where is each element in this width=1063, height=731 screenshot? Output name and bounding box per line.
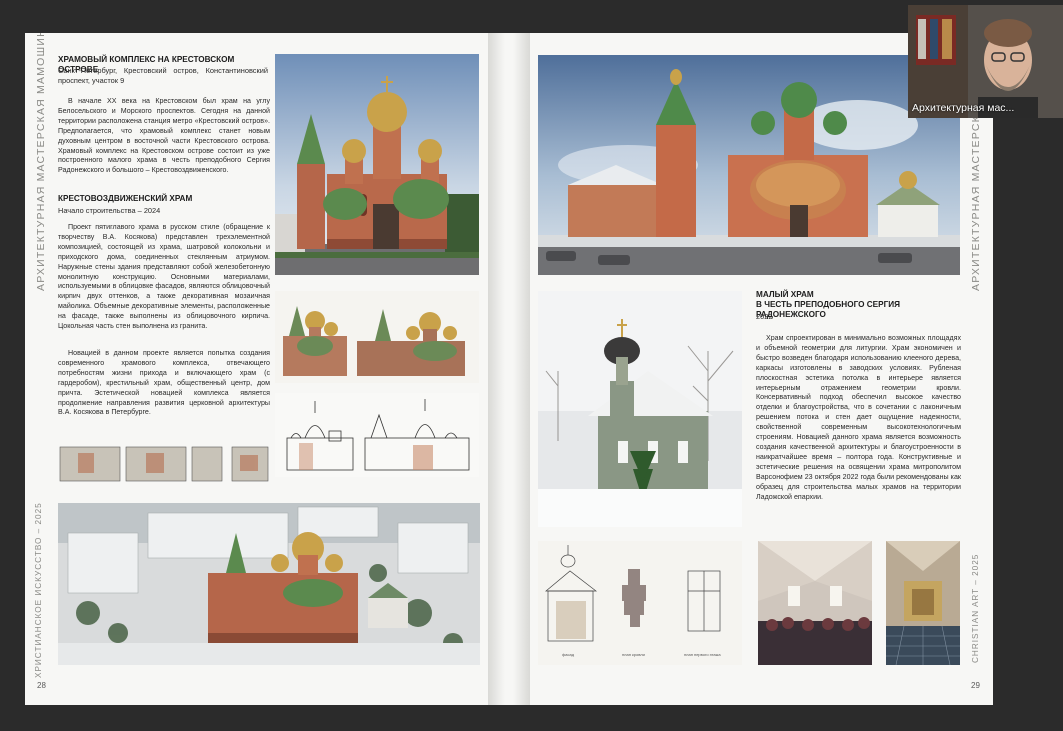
left-footer-vertical-text: ХРИСТИАНСКОЕ ИСКУССТВО – 2025 (34, 502, 43, 678)
small-church-title-line1: МАЛЫЙ ХРАМ (756, 290, 814, 299)
webcam-participant-label: Архитектурная мас... (912, 102, 1015, 114)
interior-iconostasis-photo (886, 541, 960, 665)
magazine-page-left: АРХИТЕКТУРНАЯ МАСТЕРСКАЯ МАМОШИНА ХРИСТИ… (25, 33, 488, 705)
interior-consecration-photo (758, 541, 872, 665)
spread-spine (488, 33, 530, 705)
complex-render-image (538, 55, 960, 275)
facade-drawings (275, 291, 479, 383)
small-church-photo (538, 291, 742, 527)
church-render-image (275, 54, 479, 275)
page-number-left: 28 (37, 681, 46, 690)
small-church-title-line2: В ЧЕСТЬ ПРЕПОДОБНОГО СЕРГИЯ РАДОНЕЖСКОГО (756, 300, 901, 319)
left-margin-vertical-text: АРХИТЕКТУРНАЯ МАСТЕРСКАЯ МАМОШИНА (35, 33, 47, 291)
small-church-year: 2022 (756, 312, 773, 321)
drawing-label-floor-plan: план первого этажа (684, 652, 721, 657)
paragraph-1: Проект пятиглавого храма в русском стиле… (58, 223, 270, 331)
section-drawings (275, 393, 479, 477)
drawing-label-roof-plan: план кровли (622, 652, 645, 657)
address-text: Санкт-Петербург, Крестовский остров, Кон… (58, 66, 268, 85)
construction-start: Начало строительства – 2024 (58, 206, 161, 215)
section-subtitle: КРЕСТОВОЗДВИЖЕНСКИЙ ХРАМ (58, 194, 193, 203)
webcam-thumbnail[interactable]: Архитектурная мас... (908, 5, 1063, 118)
paragraph-2: Новацией в данном проекте является попыт… (58, 349, 270, 417)
floor-plans (58, 441, 270, 486)
drawing-label-facade: фасад (562, 652, 575, 657)
small-church-drawings: фасад план кровли план первого этажа (538, 541, 742, 665)
intro-paragraph: В начале XX века на Крестовском был храм… (58, 97, 270, 175)
small-church-paragraph: Храм спроектирован в минимально возможны… (756, 334, 961, 501)
page-number-right: 29 (971, 681, 980, 690)
aerial-render-image (58, 503, 480, 665)
right-footer-vertical-text: CHRISTIAN ART – 2025 (971, 553, 980, 663)
magazine-page-right: АРХИТЕКТУРНАЯ МАСТЕРСКАЯ МАМОШИНА CHRIST… (530, 33, 993, 705)
